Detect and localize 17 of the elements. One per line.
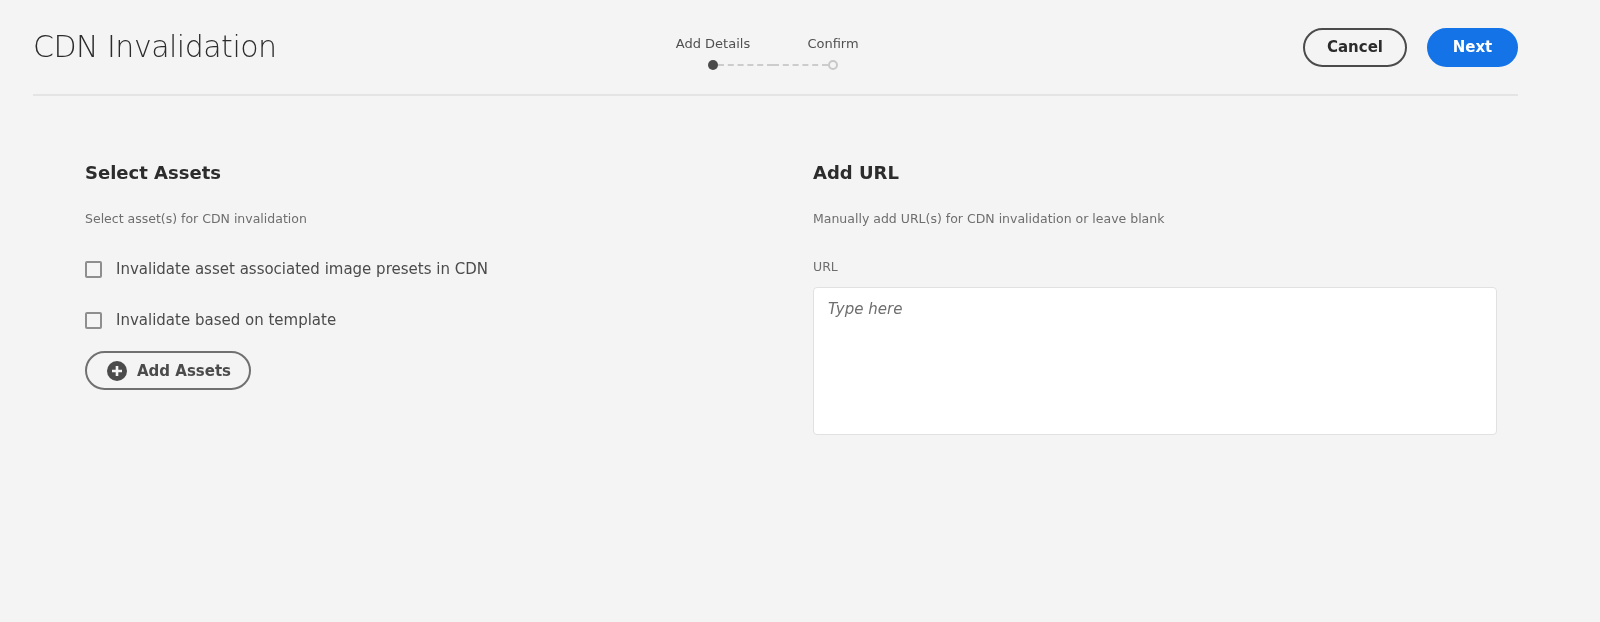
plus-circle-icon xyxy=(107,360,127,381)
page-title: CDN Invalidation xyxy=(33,29,278,65)
section-heading: Select Assets xyxy=(85,162,222,184)
checkbox[interactable] xyxy=(85,261,102,279)
url-field[interactable]: Type here xyxy=(813,287,1497,436)
cancel-button[interactable]: Cancel xyxy=(1303,27,1407,67)
checkbox-label: Invalidate based on template xyxy=(116,309,337,331)
field-label: URL xyxy=(813,258,839,277)
checkbox-label: Invalidate asset associated image presets in CDN xyxy=(116,259,488,281)
add-assets-button[interactable]: Add Assets xyxy=(85,351,252,391)
step-label: Confirm xyxy=(807,35,859,54)
step-label: Add Details xyxy=(675,35,751,54)
section-description: Manually add URL(s) for CDN invalidation or leave blank xyxy=(813,209,1166,228)
next-button[interactable]: Next xyxy=(1427,27,1518,67)
section-description: Select asset(s) for CDN invalidation xyxy=(85,209,308,228)
checkbox[interactable] xyxy=(85,311,102,329)
section-heading: Add URL xyxy=(813,162,900,184)
